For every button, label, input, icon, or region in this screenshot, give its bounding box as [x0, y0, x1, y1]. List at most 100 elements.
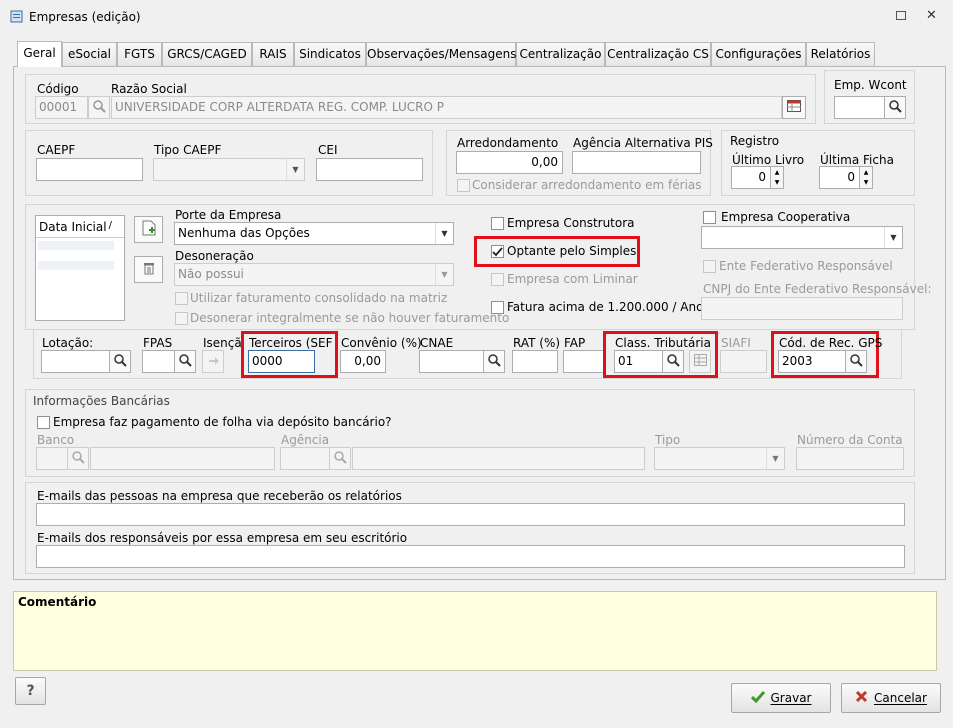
- ente-federativo-label: Ente Federativo Responsável: [719, 259, 893, 273]
- empresa-liminar-checkbox[interactable]: [491, 273, 504, 286]
- razao-social-table-button[interactable]: [782, 96, 806, 119]
- utilizar-faturamento-checkbox[interactable]: [175, 292, 188, 305]
- tipo-select[interactable]: ▼: [654, 447, 785, 470]
- ente-federativo-checkbox[interactable]: [703, 260, 716, 273]
- emp-wcont-search-button[interactable]: [884, 96, 906, 119]
- tab-esocial[interactable]: eSocial: [62, 42, 117, 66]
- gps-search-button[interactable]: [845, 350, 867, 373]
- search-icon: [666, 353, 680, 370]
- caepf-label: CAEPF: [37, 143, 76, 157]
- ultima-ficha-label: Última Ficha: [820, 153, 894, 167]
- agencia-search-button[interactable]: [329, 447, 351, 470]
- grid-icon: [787, 100, 801, 115]
- fpas-search-button[interactable]: [174, 350, 196, 373]
- class-trib-field[interactable]: 01: [614, 350, 663, 373]
- cnae-label: CNAE: [420, 336, 454, 350]
- banco-field[interactable]: [36, 447, 68, 470]
- empresa-construtora-label: Empresa Construtora: [507, 216, 635, 230]
- list-item[interactable]: [38, 261, 114, 270]
- rat-field[interactable]: [512, 350, 558, 373]
- delete-date-button[interactable]: [134, 256, 163, 283]
- optante-simples-checkbox[interactable]: [491, 245, 504, 258]
- fatura-acima-checkbox[interactable]: [491, 301, 504, 314]
- codigo-field[interactable]: 00001: [35, 96, 88, 119]
- ultima-ficha-field[interactable]: 0: [819, 166, 860, 189]
- agencia-pis-field[interactable]: [572, 151, 701, 174]
- class-trib-search-button[interactable]: [662, 350, 684, 373]
- save-button[interactable]: Gravar: [731, 683, 831, 713]
- terceiros-field[interactable]: 0000: [248, 350, 315, 373]
- registro-label: Registro: [730, 134, 780, 148]
- desonerar-checkbox[interactable]: [175, 312, 188, 325]
- tab-centralizacao-cs[interactable]: Centralização CS: [605, 42, 711, 66]
- considerar-arredondamento-label: Considerar arredondamento em férias: [472, 178, 702, 192]
- search-icon: [92, 99, 106, 116]
- utilizar-faturamento-label: Utilizar faturamento consolidado na matr…: [190, 291, 448, 305]
- search-icon: [487, 353, 501, 370]
- banco-search-button[interactable]: [67, 447, 89, 470]
- list-item[interactable]: [38, 241, 114, 250]
- lotacao-search-button[interactable]: [109, 350, 131, 373]
- ultimo-livro-spinner[interactable]: ▲ ▼: [771, 166, 784, 189]
- title-bar: Empresas (edição) ✕: [0, 0, 953, 34]
- fap-field[interactable]: [563, 350, 605, 373]
- emp-wcont-field[interactable]: [834, 96, 885, 119]
- isencao-label: Isenção: [203, 336, 243, 350]
- considerar-arredondamento-checkbox[interactable]: [457, 179, 470, 192]
- close-icon[interactable]: ✕: [926, 8, 937, 23]
- desonerar-label: Desonerar integralmente se não houver fa…: [190, 311, 510, 325]
- tab-centralizacao[interactable]: Centralização: [516, 42, 605, 66]
- cooperativa-select[interactable]: [701, 226, 903, 249]
- empresa-cooperativa-checkbox[interactable]: [703, 211, 716, 224]
- tipo-caepf-label: Tipo CAEPF: [154, 143, 222, 157]
- razao-social-field[interactable]: UNIVERSIDADE CORP ALTERDATA REG. COMP. L…: [111, 96, 782, 119]
- tab-configuracoes[interactable]: Configurações: [711, 42, 806, 66]
- tab-rais[interactable]: RAIS: [252, 42, 294, 66]
- tipo-caepf-select[interactable]: ▼: [153, 158, 305, 181]
- tab-relatorios[interactable]: Relatórios: [806, 42, 875, 66]
- tab-sindicatos[interactable]: Sindicatos: [294, 42, 366, 66]
- desoneracao-select[interactable]: Não possui: [174, 263, 454, 286]
- lotacao-field[interactable]: [41, 350, 110, 373]
- chevron-down-icon: ▼: [766, 448, 784, 469]
- codigo-search-button[interactable]: [88, 96, 110, 119]
- siafi-field[interactable]: [720, 350, 767, 373]
- porte-select[interactable]: Nenhuma das Opções: [174, 222, 454, 245]
- cei-field[interactable]: [316, 158, 423, 181]
- numero-conta-field[interactable]: [796, 447, 904, 470]
- tab-fgts[interactable]: FGTS: [117, 42, 162, 66]
- empresa-construtora-checkbox[interactable]: [491, 217, 504, 230]
- arredondamento-field[interactable]: 0,00: [456, 151, 563, 174]
- agencia-name-field[interactable]: [352, 447, 645, 470]
- deposito-bancario-checkbox[interactable]: [37, 416, 50, 429]
- agencia-field[interactable]: [280, 447, 330, 470]
- optante-simples-label: Optante pelo Simples: [507, 244, 637, 258]
- tab-observacoes[interactable]: Observações/Mensagens: [366, 42, 517, 66]
- cancel-button[interactable]: Cancelar: [841, 683, 941, 713]
- razao-social-label: Razão Social: [111, 82, 187, 96]
- class-trib-table-button[interactable]: [689, 350, 711, 373]
- cnae-field[interactable]: [419, 350, 484, 373]
- convenio-field[interactable]: 0,00: [340, 350, 386, 373]
- gps-field[interactable]: 2003: [778, 350, 846, 373]
- add-date-button[interactable]: [134, 216, 163, 243]
- caepf-field[interactable]: [36, 158, 143, 181]
- ultimo-livro-field[interactable]: 0: [731, 166, 771, 189]
- fpas-field[interactable]: [142, 350, 175, 373]
- emails-relatorios-field[interactable]: [36, 503, 905, 526]
- tab-grcs-caged[interactable]: GRCS/CAGED: [162, 42, 252, 66]
- cnpj-ente-field[interactable]: [701, 297, 903, 320]
- help-button[interactable]: ?: [15, 677, 46, 705]
- comment-area[interactable]: Comentário: [13, 591, 937, 671]
- bank-section-label: Informações Bancárias: [33, 394, 170, 408]
- porte-label: Porte da Empresa: [175, 208, 282, 222]
- cnae-search-button[interactable]: [483, 350, 505, 373]
- restore-icon[interactable]: [896, 11, 906, 20]
- data-inicial-header[interactable]: Data Inicial /: [36, 216, 124, 238]
- data-inicial-list[interactable]: Data Inicial /: [35, 215, 125, 321]
- banco-name-field[interactable]: [90, 447, 275, 470]
- tab-geral[interactable]: Geral: [17, 41, 62, 67]
- ultima-ficha-spinner[interactable]: ▲ ▼: [860, 166, 873, 189]
- isencao-button[interactable]: [202, 350, 224, 373]
- emails-responsaveis-field[interactable]: [36, 545, 905, 568]
